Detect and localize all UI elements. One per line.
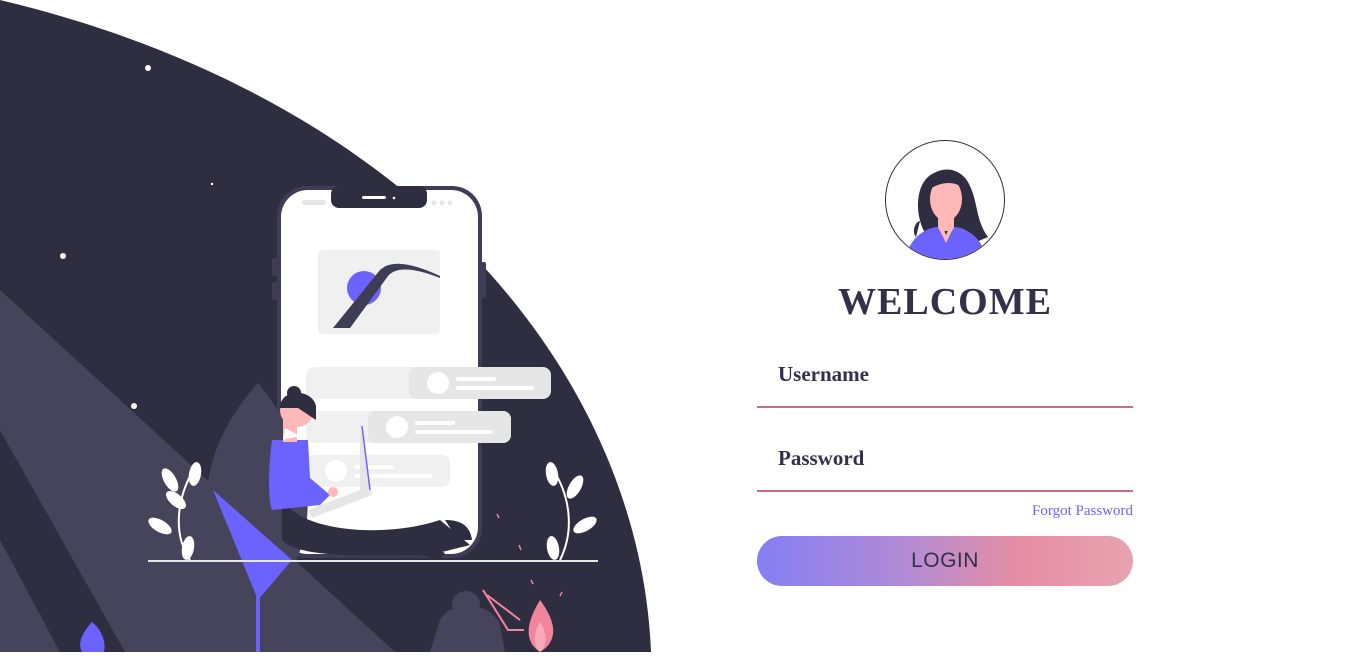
woman-avatar-icon — [906, 169, 988, 259]
login-form: WELCOME Username Password Forgot Passwor… — [757, 140, 1133, 586]
username-input[interactable] — [757, 352, 1133, 406]
phone-user-illustration — [0, 0, 651, 652]
password-input[interactable] — [757, 436, 1133, 490]
username-field-wrapper: Username — [757, 352, 1133, 408]
hero-illustration — [0, 0, 660, 652]
avatar — [885, 140, 1005, 260]
login-button[interactable]: LOGIN — [757, 536, 1133, 586]
password-field-wrapper: Password — [757, 436, 1133, 492]
page-title: WELCOME — [838, 281, 1052, 323]
forgot-password-link[interactable]: Forgot Password — [757, 503, 1133, 520]
